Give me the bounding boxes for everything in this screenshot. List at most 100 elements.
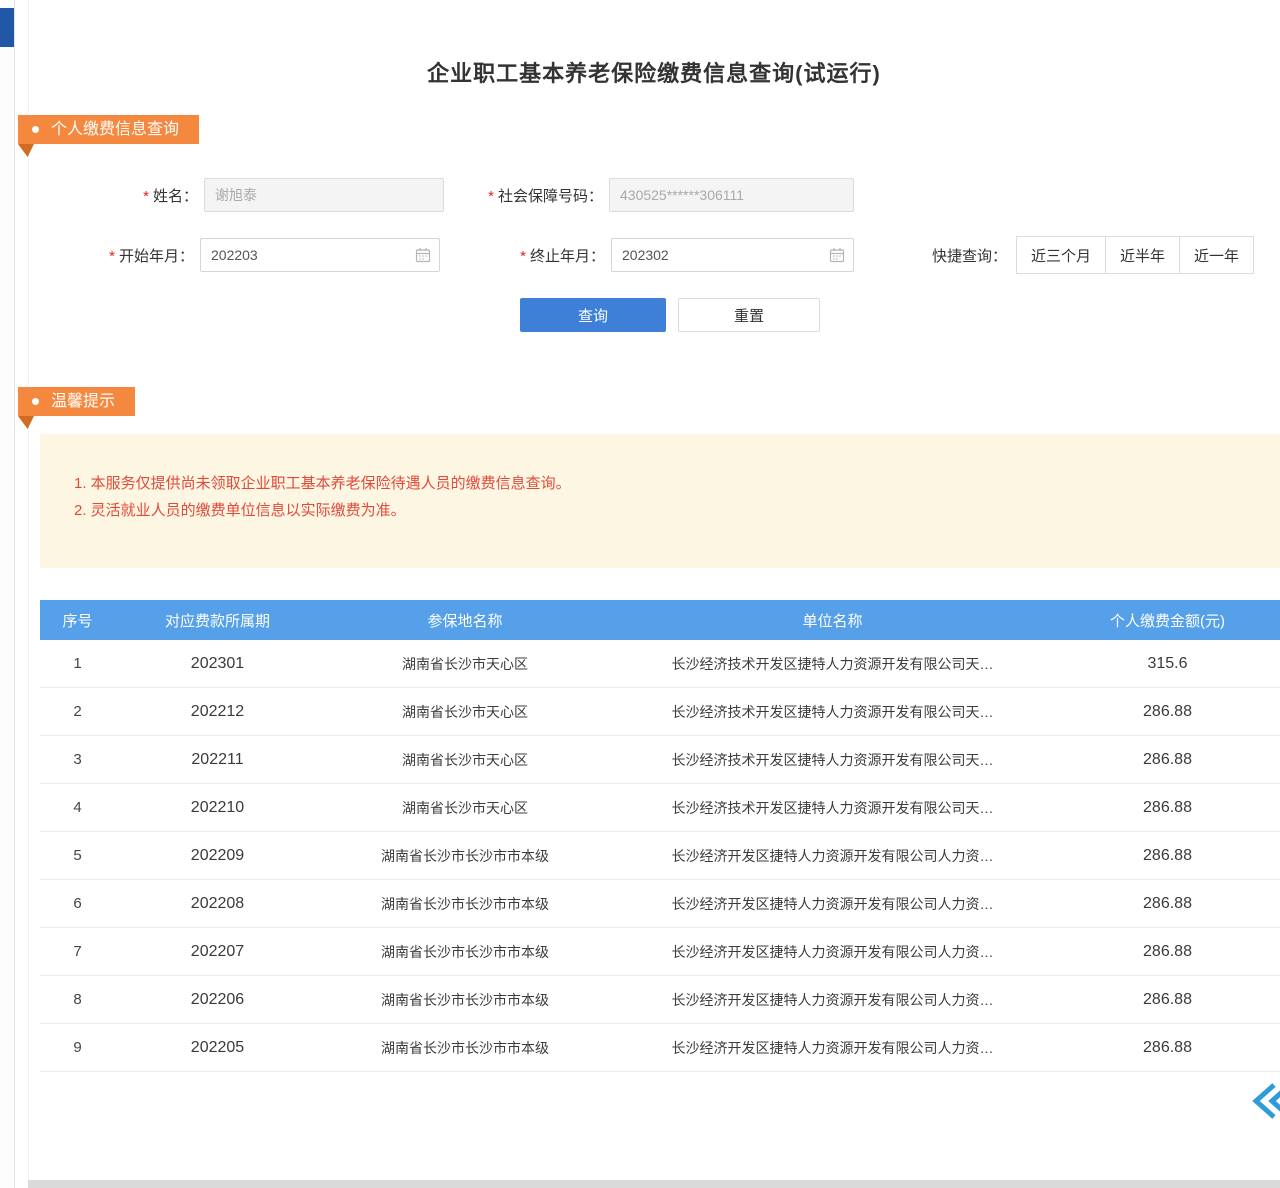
cell-amount: 286.88 <box>1055 703 1280 721</box>
cell-area: 湖南省长沙市天心区 <box>320 654 610 674</box>
end-month-field-group: *终止年月： <box>500 238 854 272</box>
cell-index: 1 <box>40 655 115 672</box>
table-row[interactable]: 4 202210 湖南省长沙市天心区 长沙经济技术开发区捷特人力资源开发有限公司… <box>40 784 1280 832</box>
cell-amount: 286.88 <box>1055 991 1280 1009</box>
cell-area: 湖南省长沙市长沙市市本级 <box>320 942 610 962</box>
query-button[interactable]: 查询 <box>520 298 666 332</box>
cell-area: 湖南省长沙市天心区 <box>320 798 610 818</box>
quick-query-label: 快捷查询： <box>932 245 1007 266</box>
quick-last-3-months-button[interactable]: 近三个月 <box>1016 236 1106 274</box>
quick-last-year-button[interactable]: 近一年 <box>1179 236 1254 274</box>
table-row[interactable]: 2 202212 湖南省长沙市天心区 长沙经济技术开发区捷特人力资源开发有限公司… <box>40 688 1280 736</box>
cell-period: 202206 <box>115 991 320 1009</box>
cell-index: 7 <box>40 943 115 960</box>
section-label: 温馨提示 <box>51 387 115 416</box>
footer-strip <box>28 1180 1280 1188</box>
cell-period: 202211 <box>115 751 320 769</box>
cell-amount: 286.88 <box>1055 847 1280 865</box>
cell-area: 湖南省长沙市长沙市市本级 <box>320 894 610 914</box>
cell-amount: 286.88 <box>1055 799 1280 817</box>
collapse-double-chevron-icon[interactable] <box>1250 1082 1280 1120</box>
cell-amount: 286.88 <box>1055 1039 1280 1057</box>
cell-period: 202207 <box>115 943 320 961</box>
column-header-area: 参保地名称 <box>320 610 610 631</box>
table-row[interactable]: 6 202208 湖南省长沙市长沙市市本级 长沙经济开发区捷特人力资源开发有限公… <box>40 880 1280 928</box>
notice-line-2: 2. 灵活就业人员的缴费单位信息以实际缴费为准。 <box>74 497 1260 524</box>
cell-index: 4 <box>40 799 115 816</box>
required-asterisk: * <box>488 188 494 205</box>
cell-period: 202209 <box>115 847 320 865</box>
cell-amount: 286.88 <box>1055 895 1280 913</box>
table-body: 1 202301 湖南省长沙市天心区 长沙经济技术开发区捷特人力资源开发有限公司… <box>40 640 1280 1072</box>
table-row[interactable]: 7 202207 湖南省长沙市长沙市市本级 长沙经济开发区捷特人力资源开发有限公… <box>40 928 1280 976</box>
start-month-field-group: *开始年月： <box>86 238 440 272</box>
table-row[interactable]: 9 202205 湖南省长沙市长沙市市本级 长沙经济开发区捷特人力资源开发有限公… <box>40 1024 1280 1072</box>
quick-query-group: 快捷查询： 近三个月 近半年 近一年 <box>932 238 1254 272</box>
table-row[interactable]: 3 202211 湖南省长沙市天心区 长沙经济技术开发区捷特人力资源开发有限公司… <box>40 736 1280 784</box>
end-month-label: *终止年月： <box>500 245 605 266</box>
ribbon-fold-decoration <box>18 144 34 157</box>
name-field-group: *姓名： <box>120 178 444 212</box>
cell-index: 6 <box>40 895 115 912</box>
name-label: *姓名： <box>120 185 198 206</box>
column-header-period: 对应费款所属期 <box>115 610 320 631</box>
cell-area: 湖南省长沙市长沙市市本级 <box>320 846 610 866</box>
cell-area: 湖南省长沙市长沙市市本级 <box>320 1038 610 1058</box>
cell-company: 长沙经济技术开发区捷特人力资源开发有限公司天… <box>610 798 1055 818</box>
required-asterisk: * <box>520 248 526 265</box>
cell-company: 长沙经济开发区捷特人力资源开发有限公司人力资… <box>610 846 1055 866</box>
cell-company: 长沙经济技术开发区捷特人力资源开发有限公司天… <box>610 702 1055 722</box>
section-header-personal-payment-query: 个人缴费信息查询 <box>18 115 199 144</box>
cell-amount: 286.88 <box>1055 751 1280 769</box>
cell-index: 2 <box>40 703 115 720</box>
cell-area: 湖南省长沙市天心区 <box>320 702 610 722</box>
notice-line-1: 1. 本服务仅提供尚未领取企业职工基本养老保险待遇人员的缴费信息查询。 <box>74 470 1260 497</box>
cell-index: 5 <box>40 847 115 864</box>
cell-period: 202210 <box>115 799 320 817</box>
section-label: 个人缴费信息查询 <box>51 115 179 144</box>
column-header-index: 序号 <box>40 610 115 631</box>
cell-company: 长沙经济技术开发区捷特人力资源开发有限公司天… <box>610 750 1055 770</box>
cell-company: 长沙经济开发区捷特人力资源开发有限公司人力资… <box>610 990 1055 1010</box>
table-header-row: 序号 对应费款所属期 参保地名称 单位名称 个人缴费金额(元) <box>40 600 1280 640</box>
ssn-field-group: *社会保障号码： <box>455 178 854 212</box>
cell-index: 9 <box>40 1039 115 1056</box>
section-header-tips: 温馨提示 <box>18 387 135 416</box>
cell-period: 202205 <box>115 1039 320 1057</box>
table-row[interactable]: 1 202301 湖南省长沙市天心区 长沙经济技术开发区捷特人力资源开发有限公司… <box>40 640 1280 688</box>
bullet-dot-icon <box>32 398 39 405</box>
cell-period: 202208 <box>115 895 320 913</box>
cell-amount: 286.88 <box>1055 943 1280 961</box>
cell-company: 长沙经济开发区捷特人力资源开发有限公司人力资… <box>610 894 1055 914</box>
sidebar-active-indicator[interactable] <box>0 8 14 47</box>
cell-index: 8 <box>40 991 115 1008</box>
bullet-dot-icon <box>32 126 39 133</box>
social-security-number-input[interactable] <box>609 178 854 212</box>
cell-company: 长沙经济开发区捷特人力资源开发有限公司人力资… <box>610 942 1055 962</box>
ssn-label: *社会保障号码： <box>455 185 603 206</box>
cell-index: 3 <box>40 751 115 768</box>
start-month-input[interactable] <box>200 238 440 272</box>
cell-company: 长沙经济开发区捷特人力资源开发有限公司人力资… <box>610 1038 1055 1058</box>
required-asterisk: * <box>109 248 115 265</box>
calendar-icon[interactable] <box>415 247 431 263</box>
end-month-input[interactable] <box>611 238 854 272</box>
table-row[interactable]: 8 202206 湖南省长沙市长沙市市本级 长沙经济开发区捷特人力资源开发有限公… <box>40 976 1280 1024</box>
name-input[interactable] <box>204 178 444 212</box>
column-header-amount: 个人缴费金额(元) <box>1055 610 1280 631</box>
calendar-icon[interactable] <box>829 247 845 263</box>
ribbon-fold-decoration <box>18 416 34 429</box>
left-sidebar-rail <box>0 0 15 1188</box>
column-header-company: 单位名称 <box>610 610 1055 631</box>
table-row[interactable]: 5 202209 湖南省长沙市长沙市市本级 长沙经济开发区捷特人力资源开发有限公… <box>40 832 1280 880</box>
notice-box: 1. 本服务仅提供尚未领取企业职工基本养老保险待遇人员的缴费信息查询。 2. 灵… <box>40 434 1280 568</box>
cell-amount: 315.6 <box>1055 655 1280 673</box>
reset-button[interactable]: 重置 <box>678 298 820 332</box>
page-title: 企业职工基本养老保险缴费信息查询(试运行) <box>28 56 1280 88</box>
quick-last-half-year-button[interactable]: 近半年 <box>1105 236 1180 274</box>
payment-table: 序号 对应费款所属期 参保地名称 单位名称 个人缴费金额(元) 1 202301… <box>40 600 1280 1072</box>
cell-area: 湖南省长沙市天心区 <box>320 750 610 770</box>
start-month-label: *开始年月： <box>86 245 194 266</box>
required-asterisk: * <box>143 188 149 205</box>
end-month-picker <box>605 238 854 272</box>
